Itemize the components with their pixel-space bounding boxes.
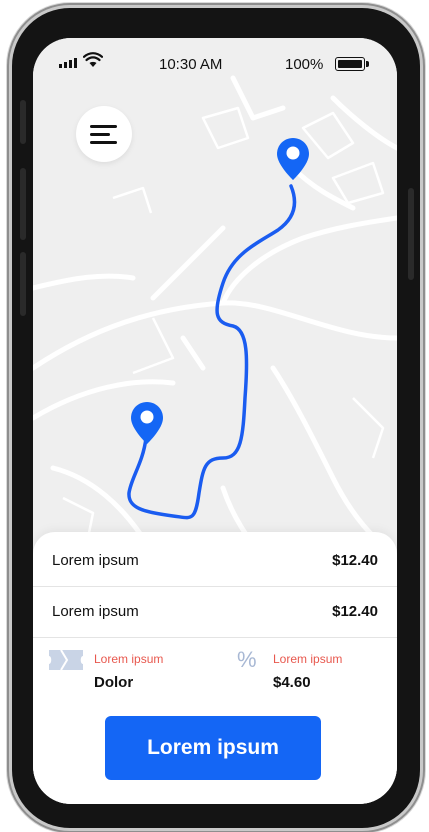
confirm-button[interactable]: Lorem ipsum — [105, 716, 321, 780]
cellular-signal-icon — [59, 58, 77, 68]
discount-detail-value: $4.60 — [273, 674, 311, 691]
status-bar: 10:30 AM 100% — [33, 38, 397, 82]
clock-time: 10:30 AM — [159, 56, 223, 73]
hamburger-menu-icon — [90, 125, 117, 128]
ticket-detail-label: Lorem ipsum — [94, 652, 164, 666]
wifi-icon — [83, 52, 103, 67]
ticket-detail: Lorem ipsum Dolor — [49, 646, 209, 696]
mute-switch — [20, 100, 26, 144]
fare-row-amount: $12.40 — [332, 603, 378, 620]
power-button — [408, 188, 414, 280]
percent-icon: % — [237, 647, 257, 672]
origin-pin-icon[interactable] — [129, 400, 165, 446]
discount-detail: % Lorem ipsum $4.60 — [237, 646, 387, 696]
battery-percent: 100% — [285, 56, 324, 73]
fare-row-label: Lorem ipsum — [52, 603, 139, 620]
discount-detail-label: Lorem ipsum — [273, 652, 343, 666]
fare-row: Lorem ipsum $12.40 — [33, 536, 397, 587]
battery-level-fill — [338, 60, 362, 68]
volume-down-button — [20, 252, 26, 316]
fare-row-label: Lorem ipsum — [52, 552, 139, 569]
fare-row-amount: $12.40 — [332, 552, 378, 569]
ticket-icon — [49, 650, 83, 670]
volume-up-button — [20, 168, 26, 240]
ticket-detail-value: Dolor — [94, 674, 134, 691]
phone-screen: 10:30 AM 100% Lorem ipsum $12.40 Lorem i… — [33, 38, 397, 804]
battery-icon — [335, 57, 369, 71]
fare-row: Lorem ipsum $12.40 — [33, 587, 397, 638]
destination-pin-icon[interactable] — [275, 136, 311, 182]
menu-button[interactable] — [76, 106, 132, 162]
